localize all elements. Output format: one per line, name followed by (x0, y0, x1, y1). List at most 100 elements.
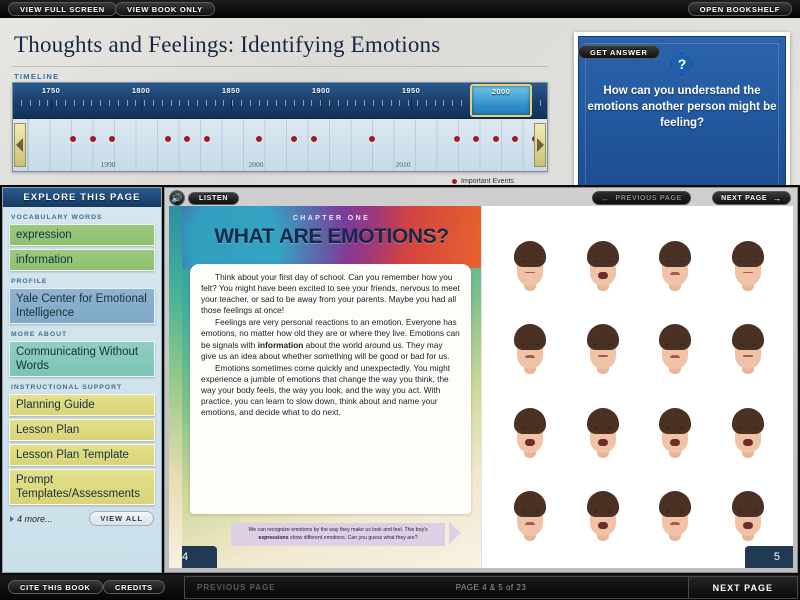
timeline-year-label: 2000 (492, 87, 510, 96)
view-full-screen-button[interactable]: VIEW FULL SCREEN (8, 2, 117, 16)
sidebar-group-label: INSTRUCTIONAL SUPPORT (11, 384, 155, 391)
timeline-event-dot[interactable] (493, 136, 499, 142)
timeline-ruler[interactable]: 1750 1800 1850 1900 1950 2000 (13, 83, 547, 119)
get-answer-button[interactable]: GET ANSWER (578, 45, 660, 59)
body-paragraph: Emotions sometimes come quickly and unex… (201, 363, 460, 418)
timeline-year-label: 1800 (132, 86, 150, 95)
ebook-reader-app: VIEW FULL SCREEN VIEW BOOK ONLY OPEN BOO… (0, 0, 800, 600)
timeline-sub-year-label: 2010 (396, 160, 411, 169)
next-page-button[interactable]: NEXT PAGE (688, 577, 797, 598)
page-navigation-strip: PREVIOUS PAGE PAGE 4 & 5 of 23 NEXT PAGE (184, 576, 798, 599)
open-bookshelf-button[interactable]: OPEN BOOKSHELF (688, 2, 792, 16)
timeline-event-dot[interactable] (70, 136, 76, 142)
timeline-event-dot[interactable] (291, 136, 297, 142)
top-toolbar: VIEW FULL SCREEN VIEW BOOK ONLY OPEN BOO… (0, 0, 800, 18)
timeline-event-dot[interactable] (512, 136, 518, 142)
sidebar-item[interactable]: information (9, 249, 155, 271)
timeline-sub-year-label: 1990 (101, 160, 116, 169)
timeline-body[interactable]: 1990 2000 2010 (13, 119, 547, 171)
timeline-event-dot[interactable] (184, 136, 190, 142)
sidebar-item[interactable]: Planning Guide (9, 394, 155, 416)
sidebar-item[interactable]: expression (9, 224, 155, 246)
page-title: Thoughts and Feelings: Identifying Emoti… (14, 32, 440, 58)
sidebar-group-label: MORE ABOUT (11, 331, 155, 338)
listen-control-group: 🔊 LISTEN (169, 190, 239, 206)
book-page-right[interactable]: 5 (481, 206, 793, 568)
timeline-year-label: 1850 (222, 86, 240, 95)
facial-expression-photo (495, 463, 566, 545)
page-number-right: 5 (745, 546, 793, 568)
sidebar-more-link[interactable]: 4 more... (10, 514, 53, 524)
timeline-event-dot[interactable] (109, 136, 115, 142)
sidebar-groups: VOCABULARY WORDS expression information PRO… (3, 214, 161, 505)
chapter-title: WHAT ARE EMOTIONS? (182, 225, 481, 249)
timeline-legend-label: Important Events (461, 178, 514, 185)
timeline-event-dot[interactable] (165, 136, 171, 142)
next-page-label-top: NEXT PAGE (721, 195, 767, 202)
facial-expression-photo (568, 296, 639, 378)
sidebar-item[interactable]: Communicating Without Words (9, 341, 155, 377)
sidebar-item[interactable]: Yale Center for Emotional Intelligence (9, 288, 155, 324)
timeline-event-dot[interactable] (454, 136, 460, 142)
lower-section: EXPLORE THIS PAGE VOCABULARY WORDS expres… (0, 185, 800, 575)
facial-expression-photo (713, 212, 784, 294)
timeline-tick-marks (13, 98, 547, 112)
chapter-kicker: CHAPTER ONE (182, 215, 481, 222)
view-book-only-button[interactable]: VIEW BOOK ONLY (115, 2, 215, 16)
chapter-body-text: Think about your first day of school. Ca… (190, 264, 471, 514)
arrow-left-icon: ← (601, 194, 611, 203)
chapter-banner: CHAPTER ONE WHAT ARE EMOTIONS? (182, 206, 481, 268)
timeline-event-dot[interactable] (311, 136, 317, 142)
timeline-event-dot[interactable] (256, 136, 262, 142)
next-page-button-top[interactable]: NEXT PAGE → (712, 191, 791, 205)
sidebar-heading: EXPLORE THIS PAGE (3, 188, 161, 207)
sidebar-item[interactable]: Lesson Plan (9, 419, 155, 441)
question-mark-icon: ? (671, 53, 693, 75)
facial-expression-photo (640, 296, 711, 378)
timeline-year-label: 1950 (402, 86, 420, 95)
facial-expression-photo (495, 379, 566, 461)
facial-expression-photo (568, 379, 639, 461)
sidebar-item[interactable]: Lesson Plan Template (9, 444, 155, 466)
cite-this-book-button[interactable]: CITE THIS BOOK (8, 580, 103, 594)
timeline-scroll-right-button[interactable] (534, 123, 546, 167)
timeline-event-dot[interactable] (369, 136, 375, 142)
timeline-track[interactable]: 1990 2000 2010 (27, 119, 533, 171)
timeline-scroll-left-button[interactable] (14, 123, 26, 167)
credits-button[interactable]: CREDITS (103, 580, 165, 594)
timeline-year-label: 1900 (312, 86, 330, 95)
timeline-event-dot[interactable] (473, 136, 479, 142)
timeline-sub-year-label: 2000 (249, 160, 264, 169)
book-page-left[interactable]: CHAPTER ONE WHAT ARE EMOTIONS? Think abo… (169, 206, 481, 568)
timeline-year-label: 1750 (42, 86, 60, 95)
timeline-legend: Important Events (452, 178, 514, 185)
sidebar-group-label: PROFILE (11, 278, 155, 285)
facial-expression-photo (713, 463, 784, 545)
figure-caption: We can recognize emotions by the way the… (231, 523, 445, 546)
header-area: Thoughts and Feelings: Identifying Emoti… (0, 18, 800, 185)
page-number-left: 4 (169, 546, 217, 568)
facial-expression-photo (640, 379, 711, 461)
timeline-event-dot[interactable] (90, 136, 96, 142)
timeline-event-dot[interactable] (204, 136, 210, 142)
facial-expression-photo (495, 212, 566, 294)
sidebar-footer: 4 more... VIEW ALL (3, 508, 161, 526)
speaker-icon[interactable]: 🔊 (169, 190, 185, 206)
arrow-right-icon: → (772, 194, 782, 203)
facial-expression-photo (568, 212, 639, 294)
view-all-button[interactable]: VIEW ALL (89, 511, 154, 526)
caption-arrow-icon (449, 522, 461, 544)
timeline-selected-window[interactable]: 2000 (470, 84, 532, 117)
body-paragraph: Feelings are very personal reactions to … (201, 317, 460, 361)
timeline-widget[interactable]: 1750 1800 1850 1900 1950 2000 1990 2000 2010 (12, 82, 548, 172)
important-events-dot-icon (452, 179, 457, 184)
sidebar-group-label: VOCABULARY WORDS (11, 214, 155, 221)
body-paragraph: Think about your first day of school. Ca… (201, 272, 460, 316)
listen-button[interactable]: LISTEN (188, 192, 239, 205)
sidebar-item[interactable]: Prompt Templates/Assessments (9, 469, 155, 505)
previous-page-button-top[interactable]: ← PREVIOUS PAGE (592, 191, 691, 205)
previous-page-label-top: PREVIOUS PAGE (615, 195, 682, 202)
explore-sidebar: EXPLORE THIS PAGE VOCABULARY WORDS expres… (2, 187, 162, 573)
bottom-toolbar: CITE THIS BOOK CREDITS PREVIOUS PAGE PAG… (0, 575, 800, 600)
book-viewer: 🔊 LISTEN ← PREVIOUS PAGE NEXT PAGE → CHA… (164, 187, 798, 573)
